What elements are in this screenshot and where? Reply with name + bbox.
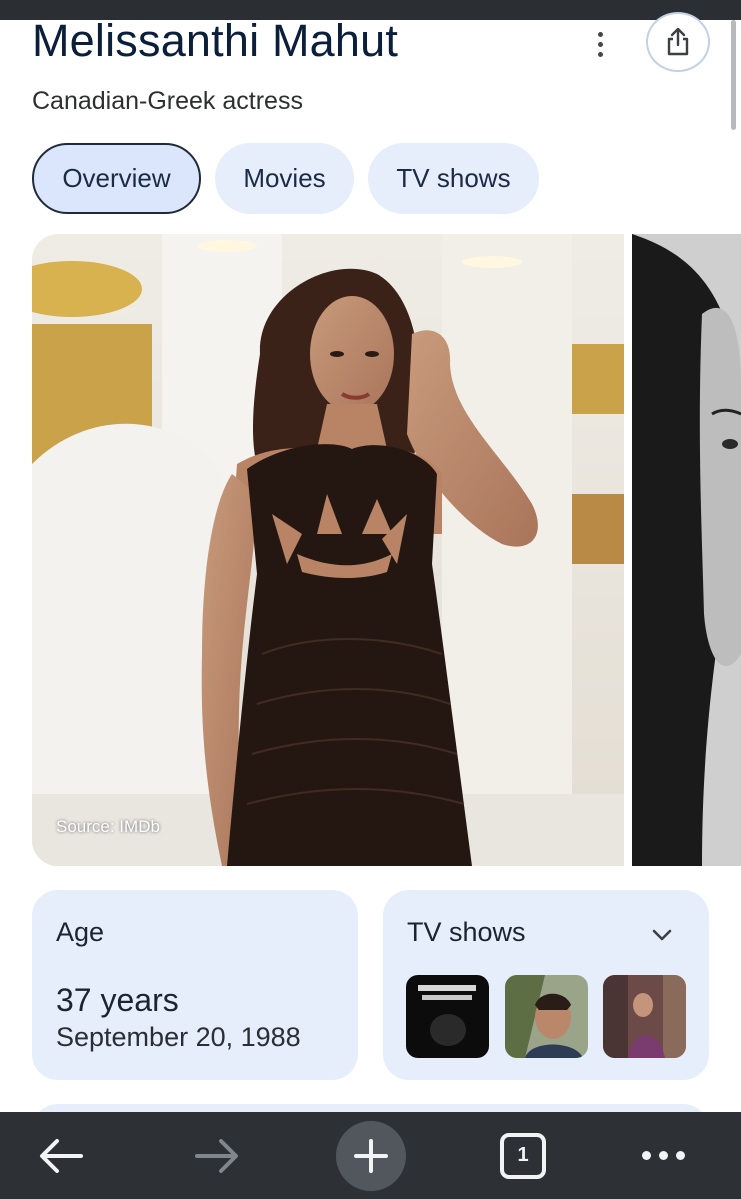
browser-menu-button[interactable] bbox=[618, 1112, 708, 1199]
more-horiz-icon bbox=[641, 1151, 685, 1160]
tab-switcher-button[interactable]: 1 bbox=[478, 1112, 568, 1199]
arrow-left-icon bbox=[40, 1138, 83, 1173]
tab-bar: Overview Movies TV shows bbox=[32, 143, 539, 214]
new-tab-button[interactable] bbox=[326, 1112, 416, 1199]
actress-photo-2-image bbox=[632, 234, 741, 866]
tv-show-thumbnail-2[interactable] bbox=[505, 975, 588, 1058]
back-button[interactable] bbox=[16, 1112, 106, 1199]
tv-show-thumbnail-3[interactable] bbox=[603, 975, 686, 1058]
image-source-label: Source: IMDb bbox=[56, 817, 160, 836]
tab-movies[interactable]: Movies bbox=[215, 143, 354, 214]
arrow-right-icon bbox=[195, 1138, 238, 1173]
birth-date: September 20, 1988 bbox=[56, 1022, 301, 1052]
tv-shows-card[interactable]: TV shows bbox=[383, 890, 709, 1080]
actress-photo-2[interactable] bbox=[632, 234, 741, 866]
share-icon bbox=[667, 27, 689, 56]
image-carousel: Source: IMDb bbox=[32, 234, 741, 866]
more-vert-icon bbox=[597, 31, 603, 37]
tab-overview[interactable]: Overview bbox=[32, 143, 201, 214]
page-subtitle: Canadian-Greek actress bbox=[32, 87, 303, 115]
age-value: 37 years bbox=[56, 982, 179, 1018]
age-card: Age 37 years September 20, 1988 bbox=[32, 890, 358, 1080]
page-title: Melissanthi Mahut bbox=[32, 15, 399, 66]
actress-photo-1-image bbox=[32, 234, 624, 866]
tab-count: 1 bbox=[500, 1132, 546, 1179]
age-label: Age bbox=[56, 917, 105, 947]
forward-button[interactable] bbox=[172, 1112, 262, 1199]
browser-toolbar: 1 bbox=[0, 1112, 741, 1199]
tv-shows-label: TV shows bbox=[407, 917, 526, 947]
scrollbar[interactable] bbox=[731, 20, 736, 130]
plus-icon bbox=[354, 1138, 388, 1173]
share-button[interactable] bbox=[646, 12, 710, 72]
more-options-button[interactable] bbox=[580, 24, 620, 64]
actress-photo-1[interactable]: Source: IMDb bbox=[32, 234, 624, 866]
chevron-down-icon[interactable] bbox=[645, 918, 679, 952]
tv-show-thumbnail-1[interactable] bbox=[406, 975, 489, 1058]
tab-tv-shows[interactable]: TV shows bbox=[368, 143, 539, 214]
